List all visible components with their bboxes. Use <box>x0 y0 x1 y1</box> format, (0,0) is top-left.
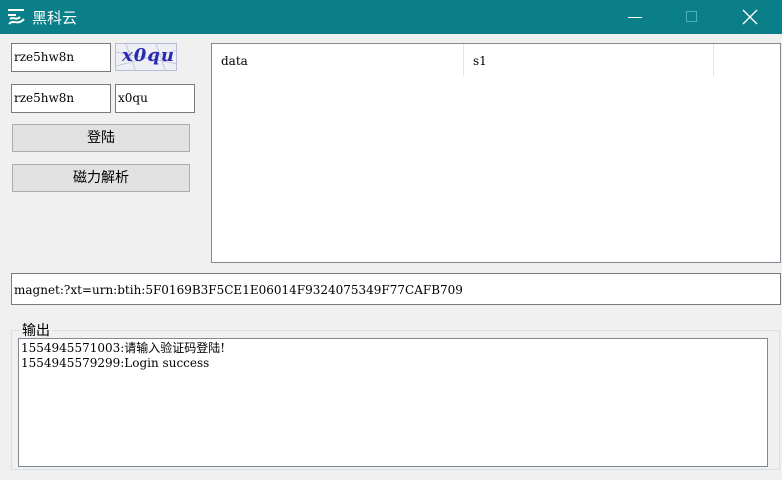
window-title: 黑科云 <box>32 9 78 27</box>
magnet-parse-button[interactable]: 磁力解析 <box>12 164 190 192</box>
output-label: 输出 <box>20 320 52 340</box>
title-bar: 黑科云 <box>0 0 782 34</box>
minimize-button[interactable] <box>612 0 658 34</box>
app-logo-icon <box>8 9 25 25</box>
captcha-image[interactable]: x0qu <box>115 43 177 71</box>
maximize-icon <box>686 11 697 22</box>
output-log[interactable]: 1554945571003:请输入验证码登陆! 1554945579299:Lo… <box>18 338 768 467</box>
column-header-s1[interactable]: s1 <box>464 44 714 76</box>
results-list[interactable]: data s1 <box>211 43 781 263</box>
captcha-text: x0qu <box>122 45 175 66</box>
password-field[interactable]: rze5hw8n <box>11 84 111 113</box>
minimize-icon <box>628 17 642 18</box>
log-line: 1554945571003:请输入验证码登陆! <box>21 341 226 355</box>
username-field[interactable]: rze5hw8n <box>11 43 111 72</box>
column-header-data[interactable]: data <box>212 44 464 76</box>
maximize-button[interactable] <box>668 0 714 34</box>
close-icon <box>742 9 758 25</box>
login-button[interactable]: 登陆 <box>12 124 190 152</box>
log-line: 1554945579299:Login success <box>21 356 210 370</box>
close-button[interactable] <box>727 0 773 34</box>
captcha-input[interactable]: x0qu <box>115 84 195 113</box>
magnet-input[interactable]: magnet:?xt=urn:btih:5F0169B3F5CE1E06014F… <box>11 273 781 305</box>
